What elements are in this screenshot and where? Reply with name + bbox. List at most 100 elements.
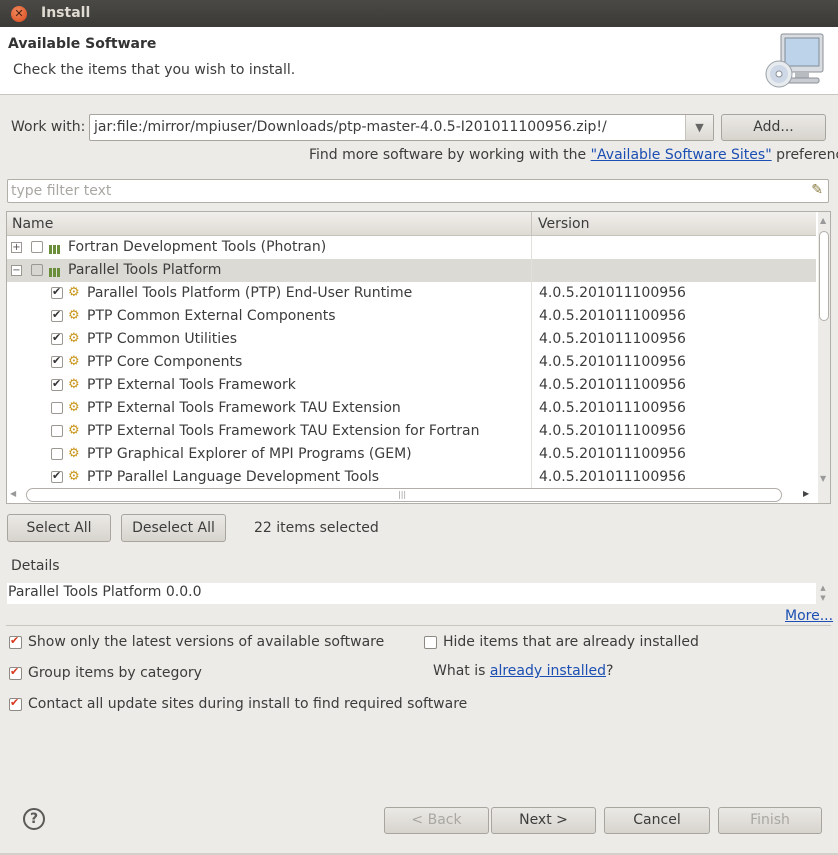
row-version: 4.0.5.201011100956 [539,400,686,416]
plugin-feature-icon: ⚙ [68,285,80,300]
row-checkbox[interactable] [51,402,63,414]
row-name: PTP Parallel Language Development Tools [87,469,380,485]
clear-filter-icon[interactable]: ✎ [811,182,823,198]
collapse-icon[interactable]: − [11,265,22,276]
more-link[interactable]: More... [785,608,833,624]
next-button[interactable]: Next > [491,807,596,834]
tree-row-item[interactable]: ⚙ PTP External Tools Framework 4.0.5.201… [7,374,816,397]
contact-all-sites-checkbox[interactable] [9,696,22,711]
finish-button[interactable]: Finish [718,807,822,834]
tree-row-item[interactable]: ⚙ Parallel Tools Platform (PTP) End-User… [7,282,816,305]
row-name: PTP Core Components [87,354,243,370]
plugin-feature-icon: ⚙ [68,354,80,369]
tree-row-category[interactable]: + Fortran Development Tools (Photran) [7,236,816,259]
deselect-all-button[interactable]: Deselect All [121,514,226,542]
back-button[interactable]: < Back [384,807,489,834]
hide-installed-checkbox[interactable] [424,636,437,649]
row-checkbox[interactable] [51,308,63,322]
details-text-area[interactable]: Parallel Tools Platform 0.0.0 ▲ ▼ [7,583,830,604]
row-checkbox[interactable] [51,331,63,345]
row-checkbox[interactable] [31,241,43,253]
work-with-label: Work with: [11,119,86,135]
row-checkbox[interactable] [51,377,63,391]
row-name: PTP Common External Components [87,308,336,324]
plugin-feature-icon: ⚙ [68,308,80,323]
table-header: Name Version [7,212,816,236]
contact-all-sites-label[interactable]: Contact all update sites during install … [28,696,467,712]
available-software-sites-link[interactable]: "Available Software Sites" [591,147,772,163]
row-version: 4.0.5.201011100956 [539,423,686,439]
add-site-button[interactable]: Add... [721,114,826,141]
tree-row-item[interactable]: ⚙ PTP External Tools Framework TAU Exten… [7,420,816,443]
column-header-version[interactable]: Version [538,216,589,232]
group-by-category-label[interactable]: Group items by category [28,665,202,681]
row-checkbox[interactable] [51,448,63,460]
work-with-value[interactable]: jar:file:/mirror/mpiuser/Downloads/ptp-m… [94,119,607,135]
plugin-feature-icon: ⚙ [68,446,80,461]
find-more-suffix: preferences. [776,147,838,163]
row-checkbox[interactable] [51,285,63,299]
scroll-right-icon[interactable]: ▶ [803,489,809,498]
find-more-prefix: Find more software by working with the [309,147,591,163]
vertical-scrollbar[interactable]: ▲ ▼ [818,212,830,503]
help-icon[interactable]: ? [23,808,45,830]
row-checkbox[interactable] [51,425,63,437]
scroll-left-icon[interactable]: ◀ [10,489,16,498]
what-is-suffix: ? [606,663,614,679]
tree-row-category[interactable]: − Parallel Tools Platform [7,259,816,282]
row-checkbox[interactable] [51,469,63,483]
column-header-name[interactable]: Name [12,216,53,232]
latest-versions-label[interactable]: Show only the latest versions of availab… [28,634,384,650]
horizontal-scrollbar[interactable]: ◀ ||| ▶ [6,487,815,503]
row-version: 4.0.5.201011100956 [539,354,686,370]
latest-versions-checkbox[interactable] [9,634,22,649]
tree-row-item[interactable]: ⚙ PTP Core Components 4.0.5.201011100956 [7,351,816,374]
row-version: 4.0.5.201011100956 [539,377,686,393]
category-icon [49,265,64,277]
page-subtitle: Check the items that you wish to install… [13,62,296,78]
filter-input[interactable]: type filter text ✎ [7,179,829,203]
page-title: Available Software [8,36,157,52]
row-name: PTP Graphical Explorer of MPI Programs (… [87,446,412,462]
close-window-icon[interactable]: ✕ [11,6,27,22]
scrollbar-thumb[interactable] [819,231,829,321]
row-name: PTP External Tools Framework TAU Extensi… [87,423,480,439]
wizard-header: Available Software Check the items that … [0,27,838,95]
select-all-button[interactable]: Select All [7,514,111,542]
details-scroll-icon[interactable]: ▲ ▼ [816,583,830,604]
row-version: 4.0.5.201011100956 [539,469,686,485]
row-version: 4.0.5.201011100956 [539,446,686,462]
row-checkbox[interactable] [51,354,63,368]
tree-row-item[interactable]: ⚙ PTP External Tools Framework TAU Exten… [7,397,816,420]
scroll-up-icon[interactable]: ▲ [820,216,826,225]
find-more-text: Find more software by working with the "… [309,147,838,163]
expand-icon[interactable]: + [11,242,22,253]
tree-row-item[interactable]: ⚙ PTP Common Utilities 4.0.5.20101110095… [7,328,816,351]
row-checkbox[interactable] [31,264,43,276]
row-version: 4.0.5.201011100956 [539,331,686,347]
row-name: Parallel Tools Platform (PTP) End-User R… [87,285,413,301]
row-version: 4.0.5.201011100956 [539,308,686,324]
install-monitor-icon [765,33,824,88]
filter-placeholder: type filter text [11,183,112,199]
plugin-feature-icon: ⚙ [68,400,80,415]
plugin-feature-icon: ⚙ [68,469,80,484]
hide-installed-label[interactable]: Hide items that are already installed [443,634,699,650]
work-with-combo[interactable]: jar:file:/mirror/mpiuser/Downloads/ptp-m… [89,114,714,141]
chevron-down-icon[interactable]: ▼ [685,115,713,140]
cancel-button[interactable]: Cancel [604,807,710,834]
tree-row-item[interactable]: ⚙ PTP Common External Components 4.0.5.2… [7,305,816,328]
tree-row-item[interactable]: ⚙ PTP Parallel Language Development Tool… [7,466,816,489]
details-text: Parallel Tools Platform 0.0.0 [8,584,202,600]
window-title: Install [41,5,91,21]
plugin-feature-icon: ⚙ [68,377,80,392]
group-by-category-checkbox[interactable] [9,665,22,680]
details-label: Details [11,558,60,574]
tree-row-item[interactable]: ⚙ PTP Graphical Explorer of MPI Programs… [7,443,816,466]
row-name: Fortran Development Tools (Photran) [68,239,327,255]
scroll-down-icon[interactable]: ▼ [820,474,826,483]
window-titlebar: ✕ Install [0,0,838,27]
row-name: PTP Common Utilities [87,331,238,347]
already-installed-link[interactable]: already installed [490,663,606,679]
software-tree-table[interactable]: Name Version + Fortran Development Tools… [6,211,831,504]
